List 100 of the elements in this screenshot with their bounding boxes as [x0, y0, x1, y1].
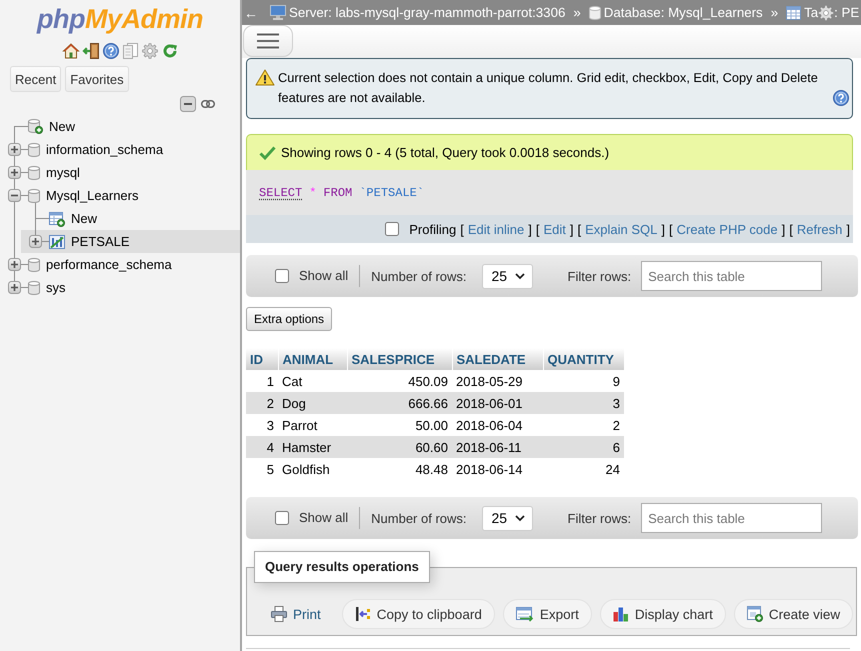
warning-message: Current selection does not contain a unique column. Grid edit, checkbox, Edit, Copy and Delete features are not available. — [278, 69, 819, 107]
home-icon[interactable] — [62, 43, 78, 59]
query-action-link[interactable]: Refresh — [796, 222, 842, 236]
query-action-link[interactable]: Explain SQL — [585, 222, 658, 236]
query-action-link[interactable]: Edit — [543, 222, 566, 236]
table-cell: 450.09 — [347, 370, 452, 392]
query-action-link[interactable]: Edit inline — [468, 222, 524, 236]
table-icon — [786, 6, 802, 20]
sidebar-button[interactable]: Favorites — [65, 66, 129, 92]
search-field[interactable]: Search this table — [641, 503, 822, 533]
tree-item[interactable]: performance_schema — [0, 253, 240, 276]
print-link[interactable]: Print — [258, 599, 334, 629]
operation-button[interactable]: Create view — [734, 599, 854, 629]
link-icon[interactable] — [201, 100, 215, 108]
operation-button[interactable]: Display chart — [600, 599, 726, 629]
database-icon — [588, 6, 601, 20]
menu-icon — [256, 33, 280, 49]
window-plus-icon — [746, 606, 763, 622]
table-cell: 9 — [543, 370, 624, 392]
table-cell: 50.00 — [347, 414, 452, 436]
minus-box-icon[interactable] — [180, 96, 196, 112]
checkmark-icon — [259, 146, 276, 160]
database-icon — [28, 188, 40, 202]
breadcrumb-separator: » — [573, 5, 581, 20]
table-cell: Hamster — [278, 436, 347, 458]
minus-icon[interactable] — [8, 189, 21, 202]
status-message: Showing rows 0 - 4 (5 total, Query took 0.0018 seconds.) — [281, 145, 610, 160]
warning-icon — [255, 69, 275, 86]
help-icon[interactable] — [833, 90, 849, 106]
breadcrumb-link[interactable]: : PE — [834, 5, 860, 20]
rows-select[interactable]: 25 — [482, 264, 533, 288]
rows-label: Number of rows: — [371, 510, 467, 526]
panel-title: Query results operations — [254, 551, 430, 583]
column-header[interactable]: SALEDATE — [452, 348, 543, 370]
table-cell: 2018-06-04 — [452, 414, 543, 436]
table-cell: Parrot — [278, 414, 347, 436]
tree-item[interactable]: PETSALE — [21, 230, 240, 253]
close-bracket: ] — [570, 222, 574, 236]
plus-icon[interactable] — [8, 143, 21, 156]
settings-icon[interactable] — [818, 4, 834, 20]
tree-item[interactable]: sys — [0, 276, 240, 299]
plus-icon[interactable] — [8, 258, 21, 271]
database-icon — [28, 166, 40, 180]
column-header[interactable]: ID — [246, 348, 278, 370]
bar-chart-icon — [612, 606, 629, 622]
help-icon[interactable] — [102, 43, 118, 59]
column-header[interactable]: QUANTITY — [543, 348, 624, 370]
extra-options-button[interactable]: Extra options — [246, 307, 332, 331]
tree-item[interactable]: information_schema — [0, 138, 240, 161]
exit-door-icon[interactable] — [82, 43, 98, 59]
open-bracket: [ — [789, 222, 793, 236]
operation-button[interactable]: Export — [502, 599, 592, 629]
sidebar-button[interactable]: Recent — [10, 66, 62, 92]
tree-item[interactable]: mysql — [0, 161, 240, 184]
database-icon — [28, 258, 40, 272]
reload-icon[interactable] — [162, 43, 178, 59]
breadcrumb-link[interactable]: Server: labs-mysql-gray-mammoth-parrot:3306 — [270, 5, 566, 20]
table-cell: 2018-06-01 — [452, 392, 543, 414]
settings-icon[interactable] — [142, 43, 158, 59]
table-cell: 60.60 — [347, 436, 452, 458]
close-bracket: ] — [846, 222, 850, 236]
checkbox-label[interactable]: Show all — [299, 510, 348, 524]
printer-icon — [271, 606, 287, 622]
table-cell: Cat — [278, 370, 347, 392]
plus-icon[interactable] — [8, 166, 21, 179]
tree-item[interactable]: Mysql_Learners — [0, 184, 240, 207]
open-bracket: [ — [460, 222, 464, 236]
breadcrumb-link[interactable]: Ta — [786, 5, 818, 20]
profiling-checkbox[interactable] — [385, 222, 400, 236]
tree-item[interactable]: New — [0, 115, 240, 138]
table-cell: 666.66 — [347, 392, 452, 414]
table-cell: 2 — [543, 414, 624, 436]
back-link[interactable]: ← — [242, 4, 270, 20]
table-cell: 3 — [246, 414, 278, 436]
database-icon — [28, 280, 40, 294]
checkbox-label[interactable]: Show all — [299, 268, 348, 282]
tree-item[interactable]: New — [21, 207, 240, 230]
column-header[interactable]: SALESPRICE — [347, 348, 452, 370]
table-cell: 6 — [543, 436, 624, 458]
table-cell: 1 — [246, 370, 278, 392]
column-header[interactable]: ANIMAL — [278, 348, 347, 370]
show-all-checkbox[interactable] — [275, 511, 289, 525]
table-cell: 4 — [246, 436, 278, 458]
logo[interactable]: phpMyAdmin — [37, 4, 203, 34]
open-bracket: [ — [536, 222, 540, 236]
breadcrumb-link[interactable]: Database: Mysql_Learners — [588, 5, 763, 20]
query-action-link[interactable]: Create PHP code — [676, 222, 778, 236]
close-bracket: ] — [661, 222, 666, 236]
plus-icon[interactable] — [8, 281, 21, 294]
table-cell: 2018-06-11 — [452, 436, 543, 458]
trend-chart-icon — [49, 234, 65, 248]
table-cell: Dog — [278, 392, 347, 414]
rows-select[interactable]: 25 — [482, 506, 533, 530]
sql-keyword-link[interactable]: SELECT — [259, 186, 302, 200]
search-field[interactable]: Search this table — [641, 261, 822, 291]
plus-icon[interactable] — [29, 235, 42, 248]
checkbox-label[interactable]: Profiling — [409, 222, 456, 236]
show-all-checkbox[interactable] — [275, 269, 289, 283]
menu-button[interactable] — [243, 25, 293, 57]
operation-button[interactable]: Copy to clipboard — [342, 599, 495, 629]
